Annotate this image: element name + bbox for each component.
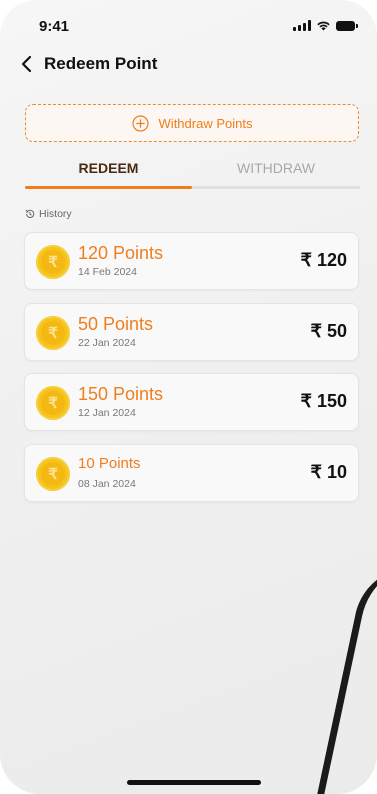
history-icon	[25, 209, 35, 218]
page-header: Redeem Point	[20, 54, 157, 74]
home-indicator[interactable]	[127, 780, 261, 785]
points-value: 150 Points	[78, 384, 164, 404]
status-bar: 9:41	[0, 0, 377, 50]
points-value: 10 Points	[78, 455, 141, 472]
points-value: 120 Points	[78, 243, 164, 263]
history-item[interactable]: ₹ 120 Points 14 Feb 2024 ₹ 120	[24, 232, 359, 290]
transaction-date: 14 Feb 2024	[78, 266, 137, 278]
withdraw-points-label: Withdraw Points	[158, 115, 253, 131]
active-tab-indicator	[25, 186, 192, 189]
transaction-date: 08 Jan 2024	[78, 478, 136, 490]
rupee-amount: ₹ 150	[300, 391, 348, 411]
rupee-coin-icon: ₹	[36, 386, 70, 420]
tab-redeem[interactable]: REDEEM	[25, 150, 192, 186]
page-title: Redeem Point	[44, 54, 158, 73]
transaction-date: 12 Jan 2024	[78, 407, 136, 419]
rupee-coin-icon: ₹	[36, 245, 70, 279]
rupee-coin-icon: ₹	[36, 316, 70, 350]
plus-circle-icon	[131, 114, 149, 132]
history-item[interactable]: ₹ 10 Points 08 Jan 2024 ₹ 10	[24, 444, 359, 502]
status-time: 9:41	[39, 18, 70, 35]
transaction-date: 22 Jan 2024	[78, 337, 136, 349]
phone-frame-edge	[313, 555, 377, 794]
history-item[interactable]: ₹ 150 Points 12 Jan 2024 ₹ 150	[24, 373, 359, 431]
back-arrow-icon[interactable]	[20, 55, 34, 73]
history-label: History	[39, 208, 72, 220]
wifi-icon	[317, 21, 330, 31]
battery-icon	[336, 20, 358, 31]
cellular-signal-icon	[293, 20, 311, 31]
status-icons	[293, 20, 358, 31]
history-heading: History	[25, 208, 72, 220]
tab-withdraw[interactable]: WITHDRAW	[192, 150, 360, 186]
rupee-coin-icon: ₹	[36, 457, 70, 491]
rupee-amount: ₹ 120	[300, 250, 348, 270]
rupee-amount: ₹ 50	[310, 321, 347, 341]
tab-bar: REDEEM WITHDRAW	[25, 150, 360, 190]
phone-screen: 9:41 Redeem Point Withdraw Points REDEEM	[0, 0, 377, 794]
history-item[interactable]: ₹ 50 Points 22 Jan 2024 ₹ 50	[24, 303, 359, 361]
rupee-amount: ₹ 10	[310, 462, 347, 482]
withdraw-points-button[interactable]: Withdraw Points	[25, 104, 359, 142]
points-value: 50 Points	[78, 314, 154, 334]
